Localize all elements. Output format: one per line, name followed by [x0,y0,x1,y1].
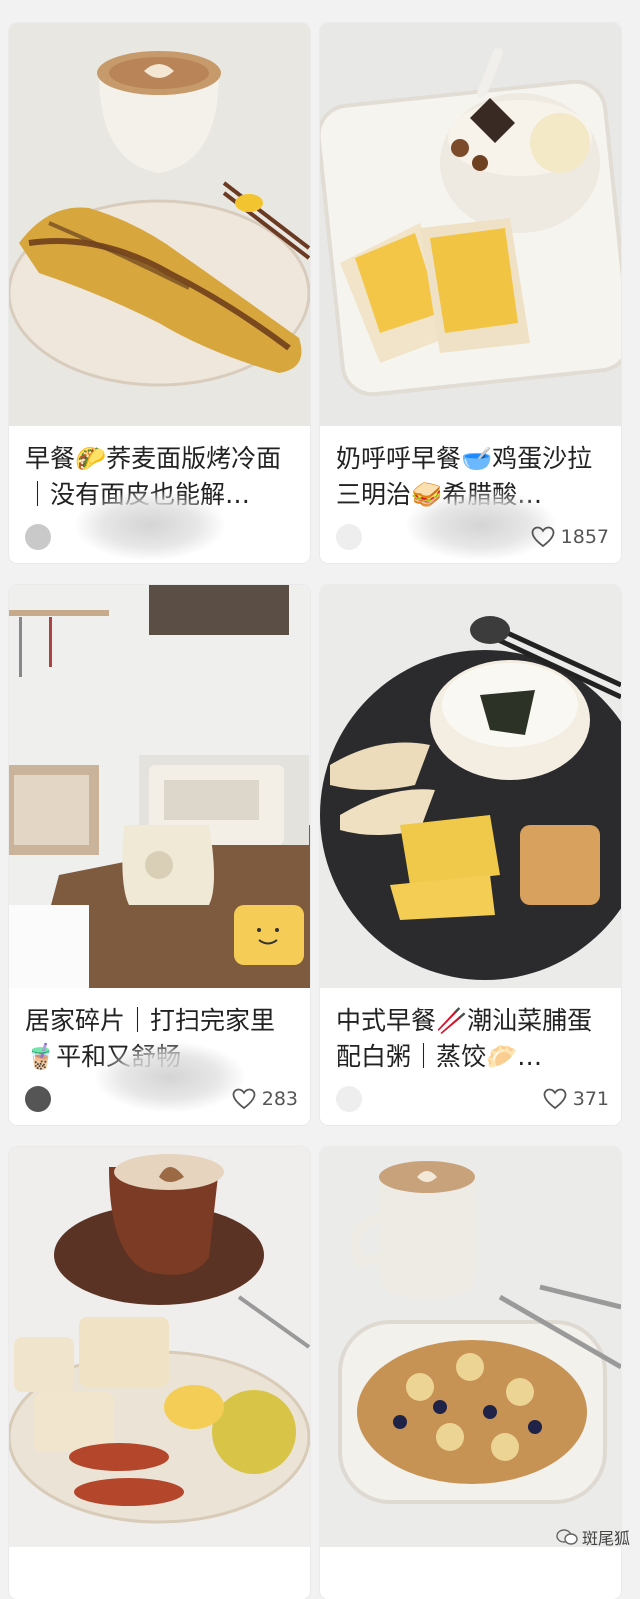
post-meta [25,490,298,560]
heart-icon[interactable] [531,526,555,548]
post-title: 中式早餐🥢潮汕菜脯蛋配白粥｜蒸饺🥟… [336,1006,593,1071]
post-image[interactable] [9,585,310,988]
feed-card-5[interactable] [9,1147,310,1599]
avatar[interactable] [336,1086,362,1112]
post-meta: 283 [25,1042,298,1116]
post-meta: 1857 [336,490,609,560]
feed-card-2[interactable]: 奶呼呼早餐🥣鸡蛋沙拉三明治🥪希腊酸… 1857 [320,23,621,563]
like-counter[interactable]: 371 [543,1086,609,1112]
like-count: 283 [261,1088,298,1110]
post-image[interactable] [320,23,621,426]
redacted-author-name [95,1042,245,1112]
heart-icon[interactable] [232,1088,256,1110]
post-image[interactable] [9,1147,310,1547]
avatar[interactable] [336,524,362,550]
like-count: 371 [572,1088,609,1110]
like-count: 1857 [560,526,609,548]
post-meta: 371 [336,1082,609,1116]
heart-icon[interactable] [543,1088,567,1110]
feed-card-3[interactable]: 居家碎片｜打扫完家里🧋平和又舒畅 283 [9,585,310,1125]
wechat-icon [556,1529,578,1545]
watermark: 斑尾狐 [556,1525,630,1549]
avatar[interactable] [25,1086,51,1112]
feed-card-1[interactable]: 早餐🌮荞麦面版烤冷面｜没有面皮也能解… [9,23,310,563]
watermark-text: 斑尾狐 [581,1529,630,1548]
post-image[interactable] [320,1147,621,1547]
like-counter[interactable]: 1857 [531,524,609,550]
avatar[interactable] [25,524,51,550]
feed-card-4[interactable]: 中式早餐🥢潮汕菜脯蛋配白粥｜蒸饺🥟… 371 [320,585,621,1125]
redacted-author-name [75,490,225,560]
post-image[interactable] [9,23,310,426]
like-counter[interactable]: 283 [232,1086,298,1112]
post-image[interactable] [320,585,621,988]
